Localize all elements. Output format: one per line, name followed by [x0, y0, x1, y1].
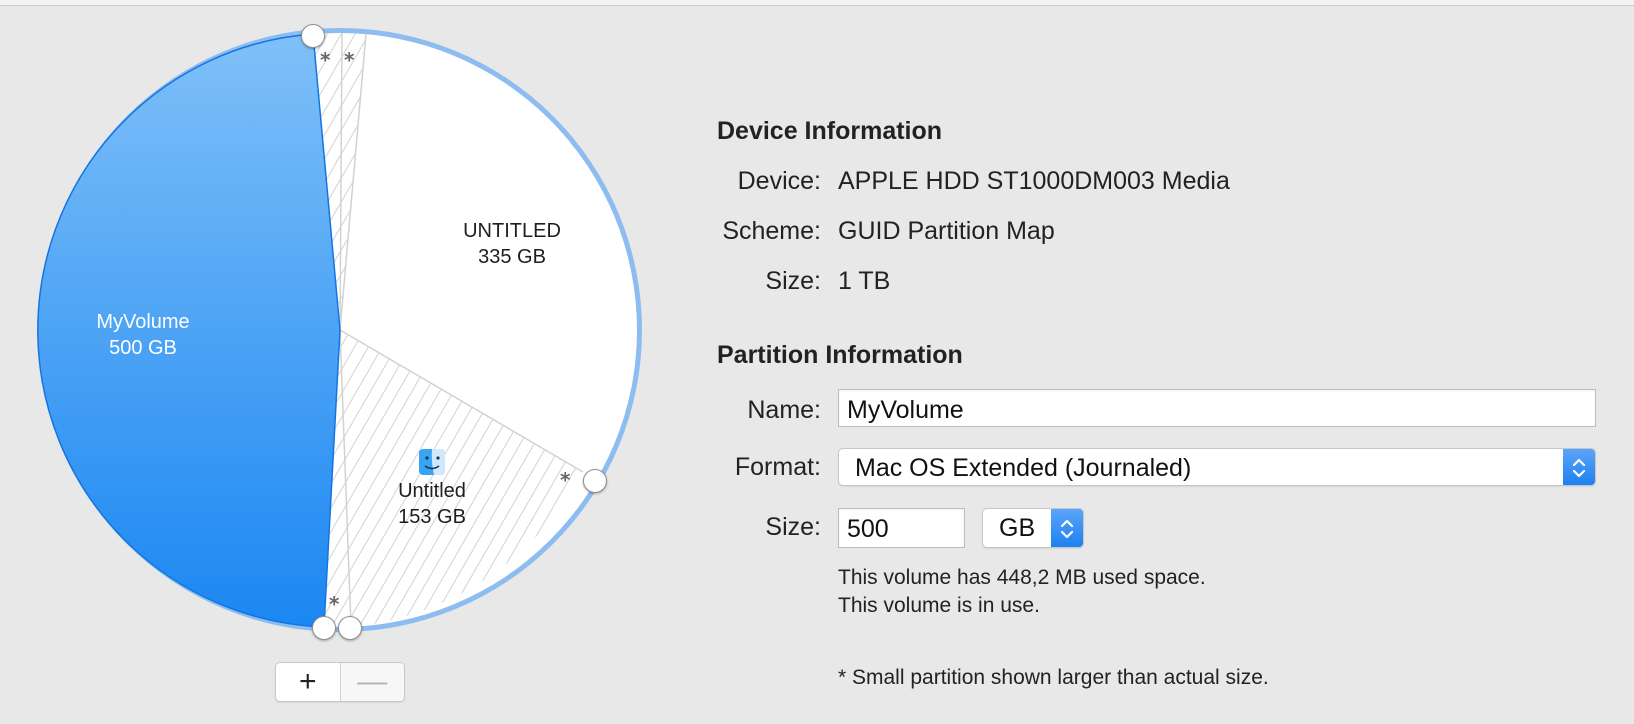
remove-partition-button[interactable]: —: [340, 663, 404, 701]
resize-handle-bottom-left[interactable]: [312, 616, 336, 640]
untitled-lower-size: 153 GB: [398, 506, 466, 528]
resize-handle-top[interactable]: [301, 24, 325, 48]
format-select[interactable]: Mac OS Extended (Journaled): [838, 448, 1596, 486]
device-information-heading: Device Information: [717, 117, 943, 145]
updown-chevron-icon: [1563, 449, 1595, 485]
device-size-label: Size:: [765, 267, 821, 295]
updown-chevron-icon: [1051, 509, 1083, 547]
scheme-label: Scheme:: [722, 217, 821, 245]
in-use-note: This volume is in use.: [838, 594, 1040, 617]
resize-handle-right[interactable]: [583, 469, 607, 493]
device-size-value: 1 TB: [838, 267, 891, 295]
untitled-lower-name: Untitled: [398, 480, 466, 502]
small-partition-marker-2: *: [344, 48, 355, 72]
untitled-upper-pie-label: UNTITLED 335 GB: [463, 218, 561, 270]
untitled-upper-size: 335 GB: [478, 246, 546, 268]
small-partition-footnote: * Small partition shown larger than actu…: [838, 666, 1269, 689]
partition-size-label: Size:: [765, 513, 821, 541]
myvolume-name: MyVolume: [96, 311, 190, 333]
format-select-value: Mac OS Extended (Journaled): [855, 454, 1192, 482]
untitled-upper-name: UNTITLED: [463, 220, 561, 242]
partition-pie-panel: MyVolume 500 GB UNTITLED 335 GB Untitled…: [0, 0, 680, 724]
partition-size-field[interactable]: 500: [838, 508, 965, 548]
small-partition-marker-4: *: [329, 592, 340, 616]
partition-name-label: Name:: [747, 396, 821, 424]
add-remove-partition-control: + —: [275, 662, 405, 702]
untitled-lower-pie-label: Untitled 153 GB: [398, 478, 466, 530]
partition-name-field[interactable]: MyVolume: [838, 389, 1596, 427]
finder-icon: [419, 449, 445, 475]
add-partition-button[interactable]: +: [276, 663, 341, 701]
size-unit-value: GB: [999, 514, 1036, 542]
format-label: Format:: [734, 453, 821, 481]
device-label: Device:: [737, 167, 821, 195]
myvolume-pie-label: MyVolume 500 GB: [96, 309, 189, 361]
scheme-value: GUID Partition Map: [838, 217, 1055, 245]
used-space-note: This volume has 448,2 MB used space.: [838, 566, 1206, 589]
size-unit-select[interactable]: GB: [982, 508, 1084, 548]
small-partition-marker-3: *: [560, 468, 571, 492]
device-value: APPLE HDD ST1000DM003 Media: [838, 167, 1230, 195]
myvolume-size: 500 GB: [109, 337, 177, 359]
resize-handle-bottom-right[interactable]: [338, 616, 362, 640]
small-partition-marker-1: *: [320, 48, 331, 72]
partition-information-heading: Partition Information: [717, 341, 963, 369]
